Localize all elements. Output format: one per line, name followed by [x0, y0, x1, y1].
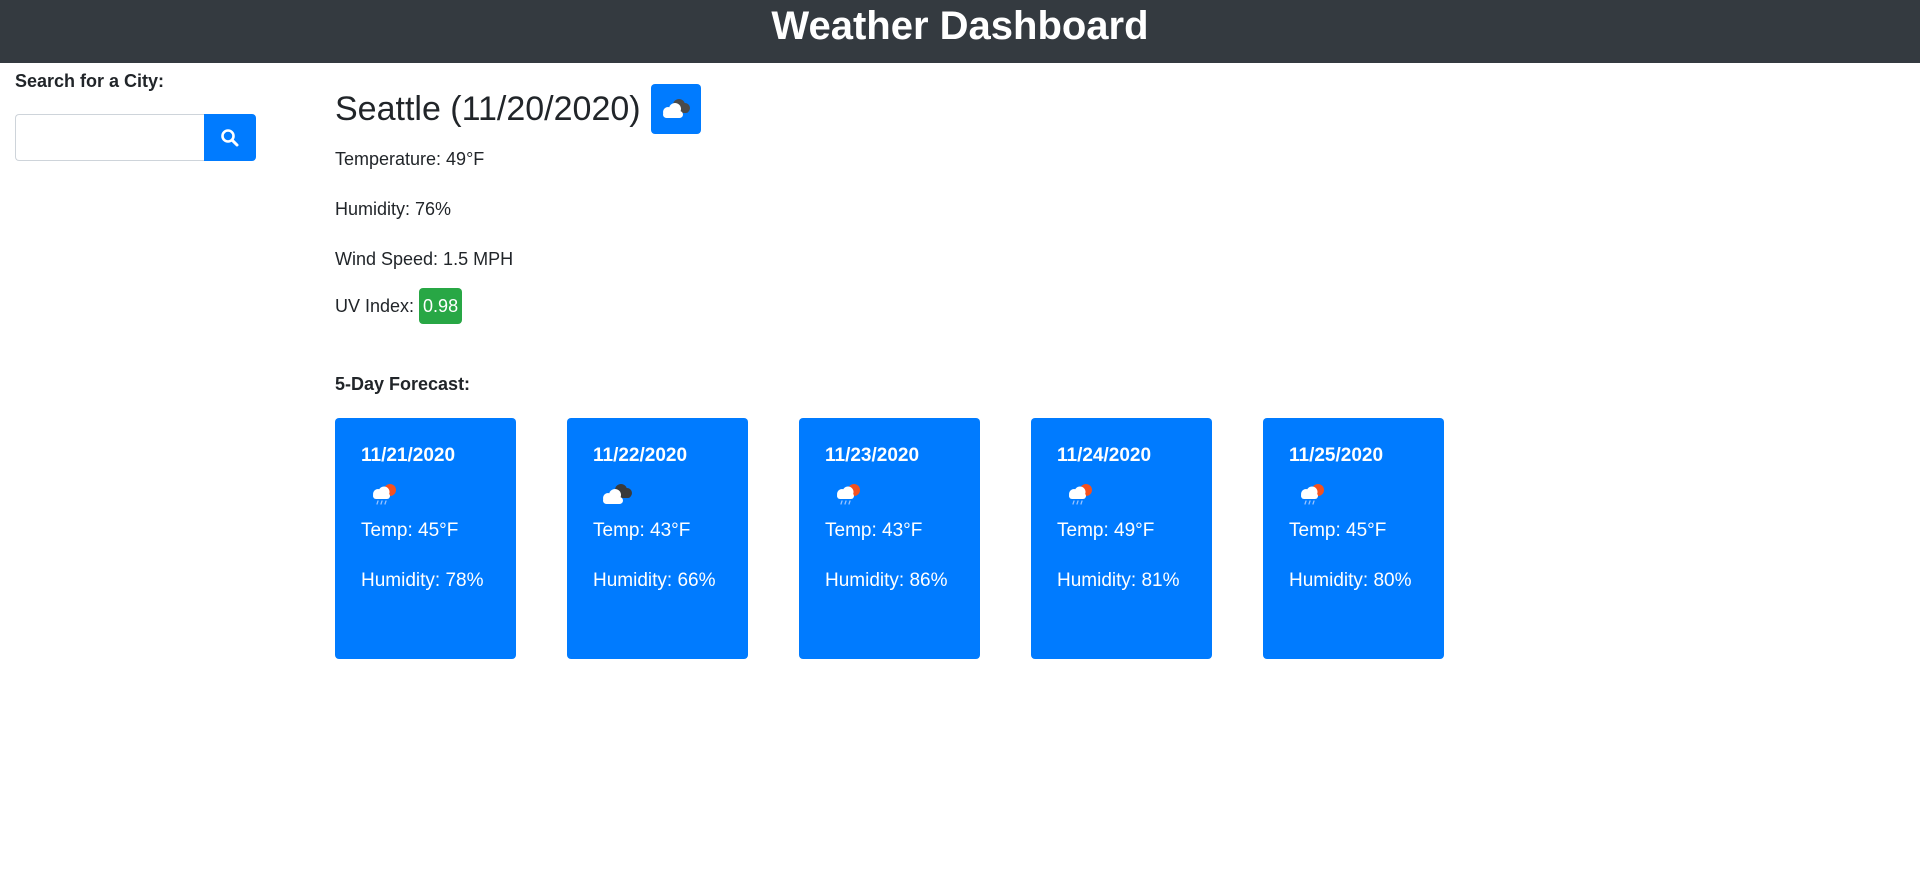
search-icon: [221, 128, 239, 146]
forecast-card: 11/22/2020 Temp: 43°F Humidity: 66%: [567, 418, 748, 659]
forecast-temp: Temp: 49°F: [1057, 520, 1155, 541]
main-content: Seattle (11/20/2020) Temperature: 49°F H…: [335, 63, 1535, 659]
current-humidity: Humidity: 76%: [335, 199, 452, 219]
rain-sun-icon: [373, 484, 396, 505]
current-weather-icon-box: [650, 84, 701, 134]
forecast-card: 11/23/2020 Temp: 43°F Humidity: 86%: [799, 418, 980, 659]
uv-index-label: UV Index:: [335, 296, 415, 316]
rain-sun-icon: [1069, 484, 1092, 505]
current-temperature: Temperature: 49°F: [335, 149, 485, 169]
rain-sun-icon: [837, 484, 860, 505]
forecast-humidity: Humidity: 86%: [825, 570, 948, 591]
forecast-temp: Temp: 45°F: [361, 520, 459, 541]
dark-cloud-icon: [603, 484, 632, 504]
search-row: [15, 114, 256, 161]
forecast-humidity: Humidity: 81%: [1057, 570, 1180, 591]
forecast-date: 11/25/2020: [1289, 445, 1384, 466]
search-label: Search for a City:: [15, 71, 165, 91]
dark-cloud-icon: [662, 99, 690, 118]
forecast-heading: 5-Day Forecast:: [335, 374, 471, 394]
forecast-card: 11/24/2020 Temp: 49°F Humidity: 81%: [1031, 418, 1212, 659]
forecast-date: 11/23/2020: [825, 445, 920, 466]
forecast-cards: 11/21/2020 Temp: 45°F Humidity: 78% 11/2…: [335, 418, 1535, 659]
forecast-temp: Temp: 43°F: [825, 520, 923, 541]
forecast-temp: Temp: 43°F: [593, 520, 691, 541]
forecast-temp: Temp: 45°F: [1289, 520, 1387, 541]
forecast-card: 11/25/2020 Temp: 45°F Humidity: 80%: [1263, 418, 1444, 659]
forecast-humidity: Humidity: 78%: [361, 570, 484, 591]
uv-index-badge: 0.98: [419, 288, 463, 324]
rain-sun-icon: [1301, 484, 1324, 505]
search-panel: Search for a City:: [15, 63, 265, 161]
city-search-input[interactable]: [15, 114, 204, 161]
page-header: Weather Dashboard: [0, 0, 1920, 63]
city-title: Seattle (11/20/2020): [335, 90, 641, 128]
page-title: Weather Dashboard: [771, 4, 1149, 48]
current-uv-index: UV Index: 0.98: [335, 288, 1535, 324]
forecast-date: 11/24/2020: [1057, 445, 1152, 466]
search-button[interactable]: [204, 114, 256, 161]
forecast-humidity: Humidity: 66%: [593, 570, 716, 591]
forecast-card: 11/21/2020 Temp: 45°F Humidity: 78%: [335, 418, 516, 659]
forecast-humidity: Humidity: 80%: [1289, 570, 1412, 591]
current-weather-header: Seattle (11/20/2020): [335, 84, 1535, 134]
forecast-date: 11/22/2020: [593, 445, 688, 466]
current-wind-speed: Wind Speed: 1.5 MPH: [335, 249, 514, 269]
forecast-date: 11/21/2020: [361, 445, 456, 466]
